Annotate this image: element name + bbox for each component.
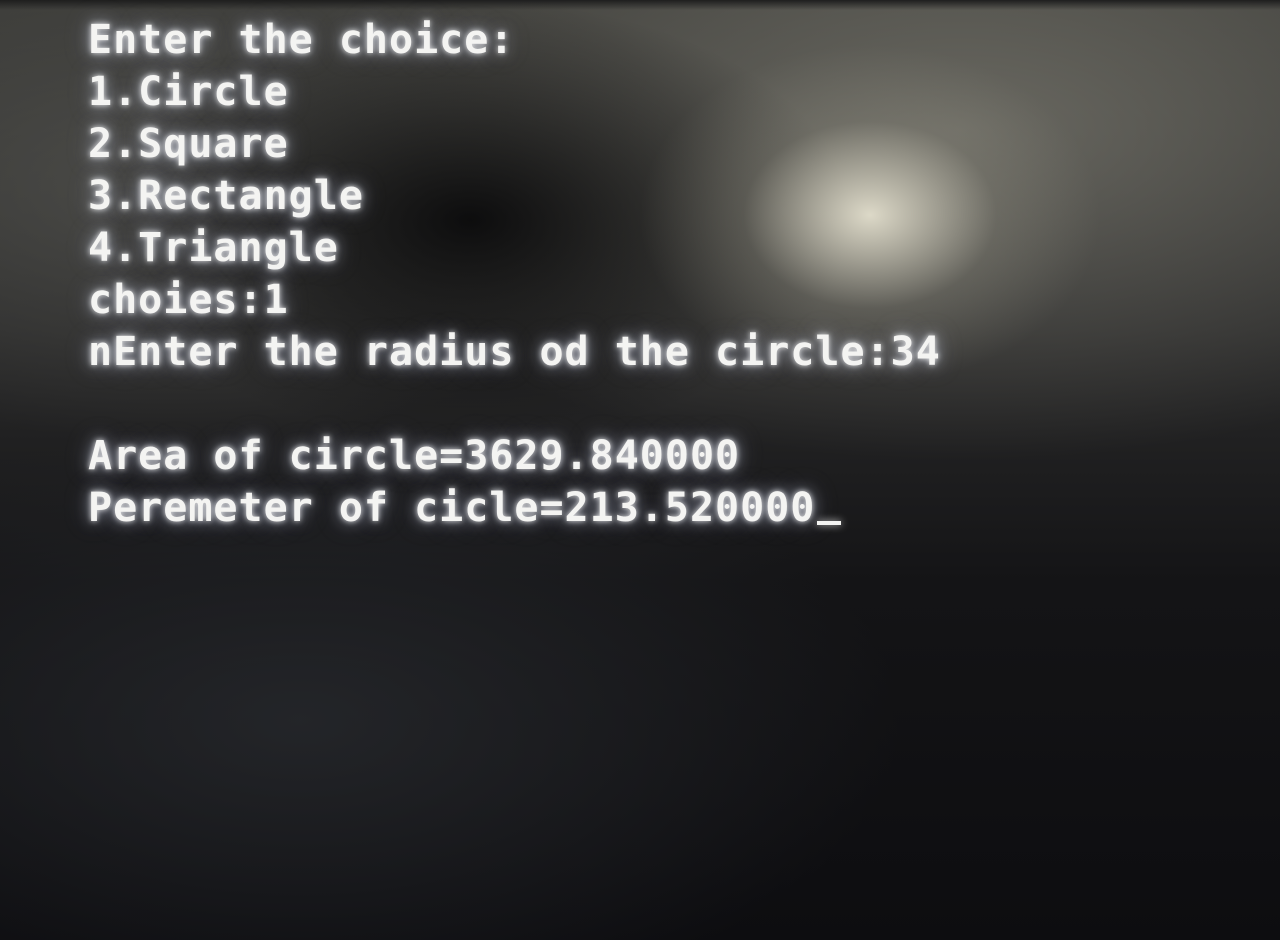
- menu-option-triangle: 4.Triangle: [88, 225, 339, 271]
- crt-screen: Enter the choice: 1.Circle 2.Square 3.Re…: [0, 0, 1280, 940]
- text-cursor: [817, 521, 842, 525]
- area-output-line: Area of circle=3629.840000: [88, 433, 741, 479]
- terminal-output[interactable]: Enter the choice: 1.Circle 2.Square 3.Re…: [88, 14, 1188, 534]
- menu-option-circle: 1.Circle: [88, 69, 289, 115]
- menu-option-square: 2.Square: [88, 121, 289, 167]
- menu-option-rectangle: 3.Rectangle: [88, 173, 364, 219]
- perimeter-output-text: Peremeter of cicle=213.520000: [88, 485, 816, 531]
- radius-input-line: nEnter the radius od the circle:34: [88, 329, 941, 375]
- prompt-enter-choice: Enter the choice:: [88, 17, 515, 63]
- choice-input-line: choies:1: [88, 277, 289, 323]
- monitor-bezel-edge: [0, 0, 1280, 10]
- perimeter-output-line: Peremeter of cicle=213.520000: [88, 482, 1188, 534]
